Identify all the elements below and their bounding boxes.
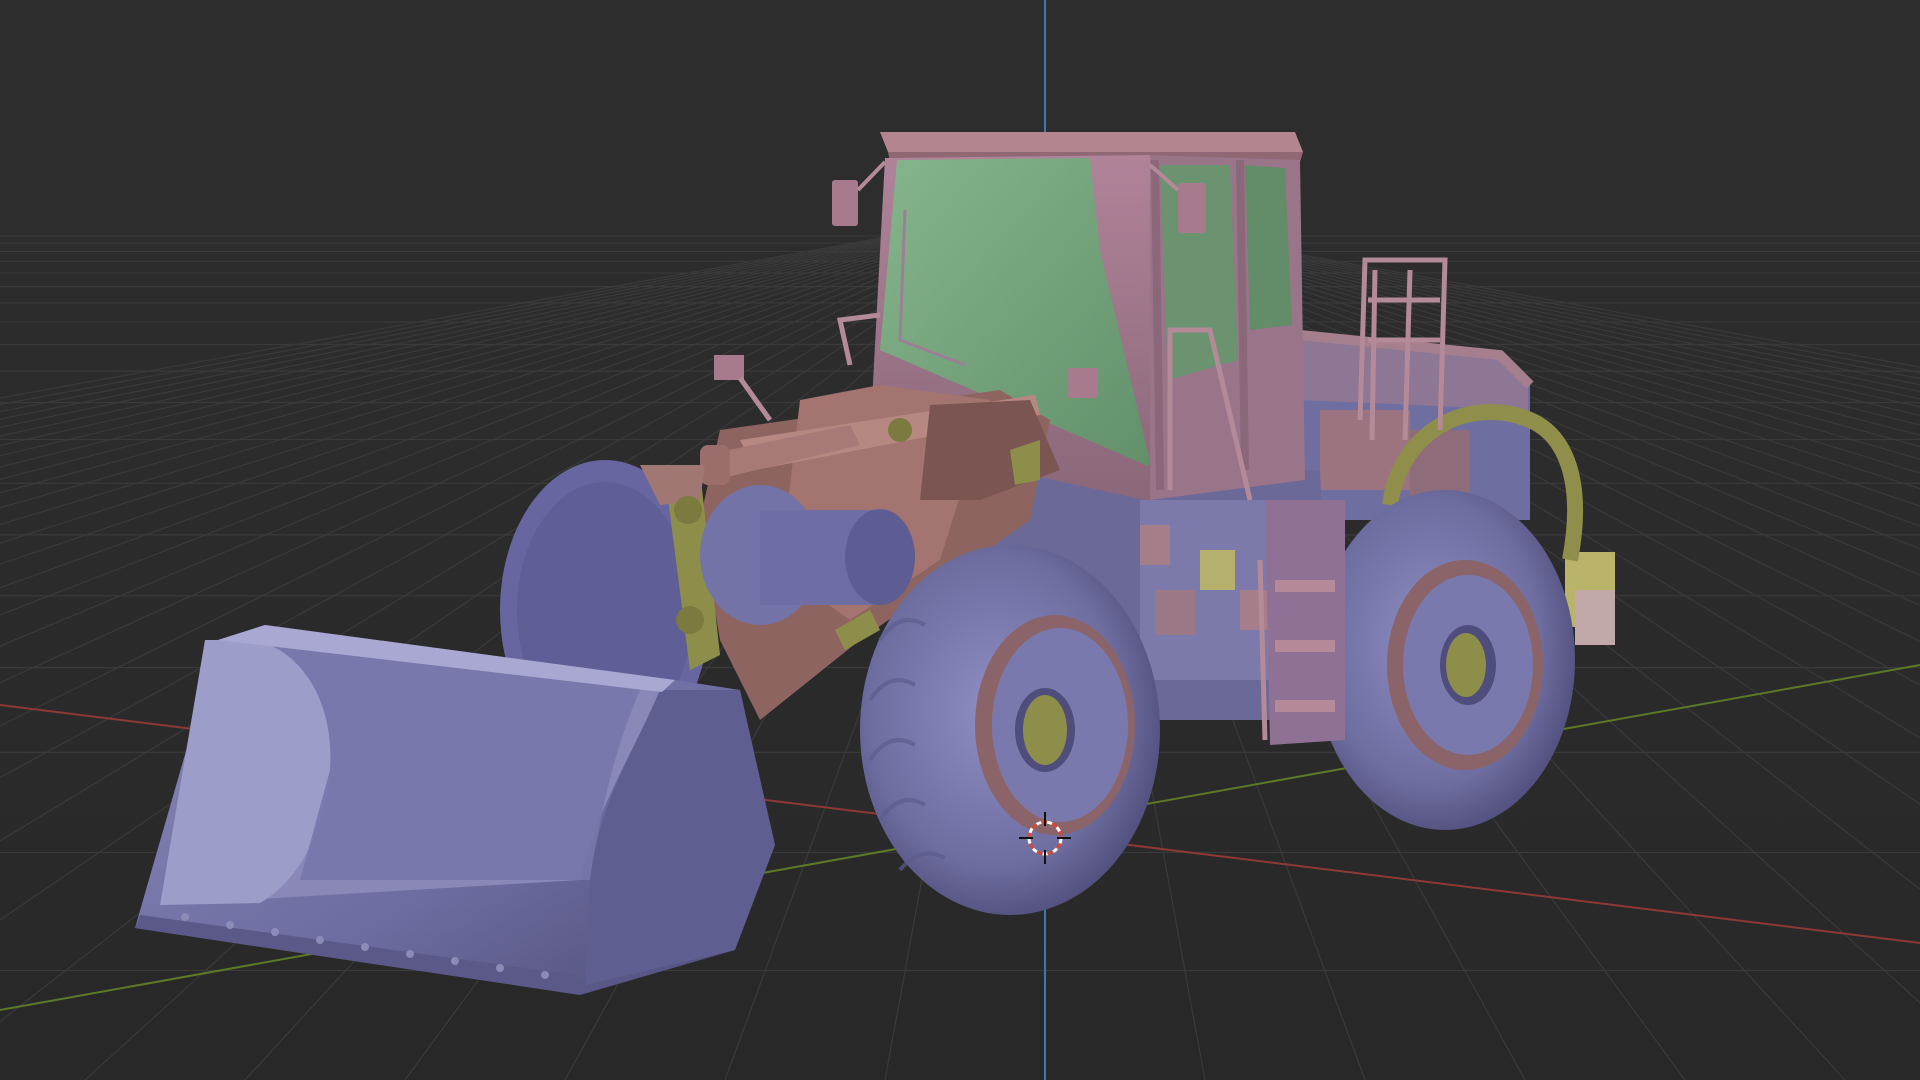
side-window-rear [1245,165,1292,330]
rear-right-tire[interactable] [1315,490,1575,830]
viewport-canvas[interactable] [0,0,1920,1080]
front-light-right [1068,368,1098,398]
3d-viewport[interactable] [0,0,1920,1080]
front-right-tire[interactable] [860,545,1160,915]
step-ladder [1257,500,1345,745]
